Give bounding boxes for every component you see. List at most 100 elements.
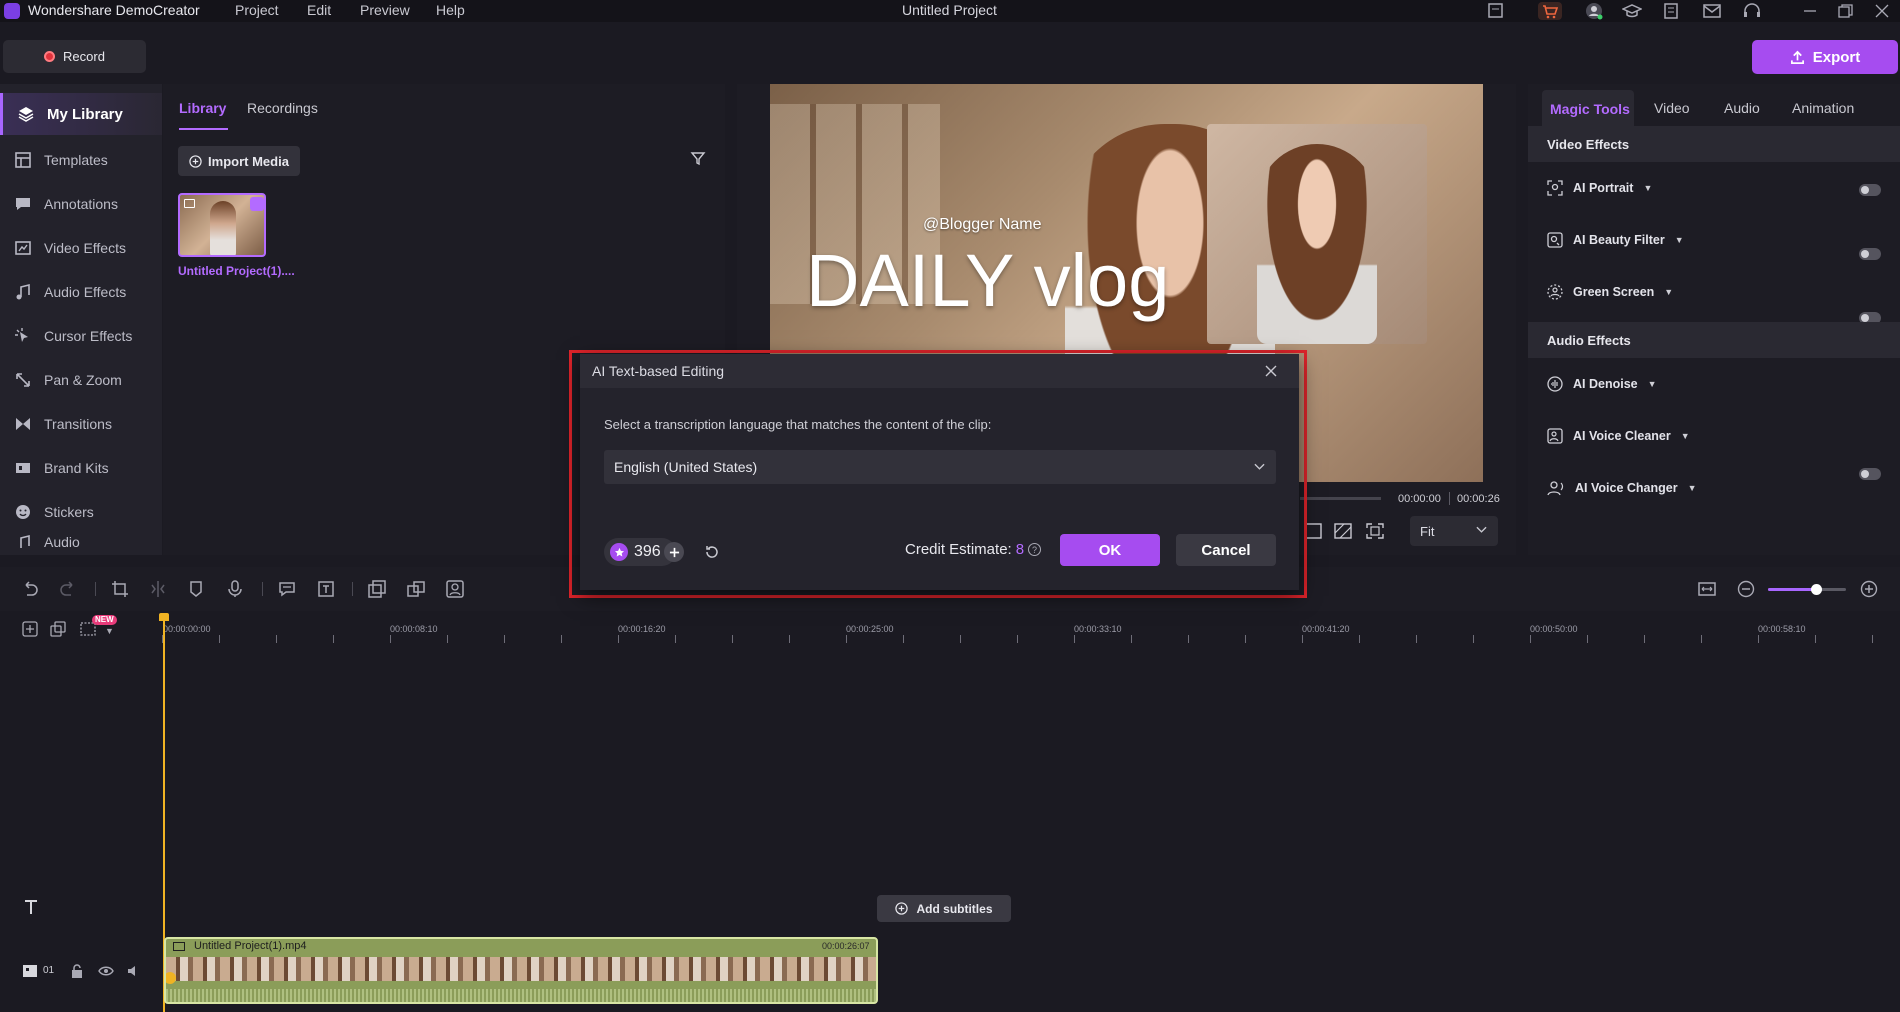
audio-icon <box>14 534 32 552</box>
restore-icon[interactable] <box>1835 2 1855 20</box>
tab-video[interactable]: Video <box>1654 100 1690 116</box>
ai-beauty-filter-row[interactable]: AI Beauty Filter ▼ <box>1547 232 1684 248</box>
learn-icon[interactable] <box>1622 2 1642 20</box>
undo-icon[interactable] <box>21 580 39 598</box>
ai-voice-cleaner-toggle[interactable] <box>1859 468 1881 480</box>
fullscreen-icon[interactable] <box>1366 523 1384 539</box>
fit-timeline-icon[interactable] <box>1698 580 1716 598</box>
zoom-in-icon[interactable] <box>1860 580 1878 598</box>
chevron-down-icon[interactable]: ▼ <box>105 626 114 636</box>
add-circle-icon <box>895 902 909 915</box>
help-icon[interactable]: ? <box>1028 543 1042 556</box>
tab-library[interactable]: Library <box>179 100 226 116</box>
eye-icon[interactable] <box>98 963 114 979</box>
add-subtitles-button[interactable]: Add subtitles <box>877 895 1011 922</box>
ai-portrait-toggle[interactable] <box>1859 184 1881 196</box>
support-icon[interactable] <box>1742 2 1762 20</box>
tab-audio[interactable]: Audio <box>1724 100 1760 116</box>
microphone-icon[interactable] <box>226 580 244 598</box>
speaker-icon[interactable] <box>126 963 142 979</box>
ok-button[interactable]: OK <box>1060 534 1160 566</box>
refresh-icon[interactable] <box>704 544 720 560</box>
ai-voice-cleaner-row[interactable]: AI Voice Cleaner ▼ <box>1547 428 1690 444</box>
export-button[interactable]: Export <box>1752 40 1898 74</box>
dialog-header: AI Text-based Editing <box>580 354 1299 388</box>
pan-zoom-icon <box>14 371 32 389</box>
tab-recordings[interactable]: Recordings <box>247 100 318 116</box>
sidebar-item-audio[interactable]: Audio <box>0 534 162 555</box>
menu-help[interactable]: Help <box>436 2 465 18</box>
brand-kits-icon <box>14 459 32 477</box>
sidebar-item-transitions[interactable]: Transitions <box>0 402 162 446</box>
menu-preview[interactable]: Preview <box>360 2 410 18</box>
ai-beauty-filter-label: AI Beauty Filter <box>1573 233 1665 247</box>
split-icon[interactable] <box>149 580 167 598</box>
caret-down-icon: ▼ <box>1680 431 1690 441</box>
zoom-out-icon[interactable] <box>1737 580 1755 598</box>
marker-icon[interactable] <box>187 580 205 598</box>
import-media-button[interactable]: Import Media <box>178 146 300 176</box>
ai-portrait-row[interactable]: AI Portrait ▼ <box>1547 180 1652 196</box>
tab-animation[interactable]: Animation <box>1792 100 1854 116</box>
add-credits-icon[interactable] <box>664 542 684 562</box>
video-clip[interactable]: Untitled Project(1).mp4 00:00:26:07 <box>164 937 878 1004</box>
audio-effects-icon <box>14 283 32 301</box>
sidebar-item-templates[interactable]: Templates <box>0 138 162 182</box>
sidebar-item-my-library[interactable]: My Library <box>0 93 162 135</box>
chevron-down-icon <box>1476 526 1487 534</box>
lock-icon[interactable] <box>69 963 85 979</box>
sidebar-item-stickers[interactable]: Stickers <box>0 490 162 534</box>
cancel-button[interactable]: Cancel <box>1176 534 1276 566</box>
sidebar-item-pan-zoom[interactable]: Pan & Zoom <box>0 358 162 402</box>
smart-cutout-icon[interactable] <box>446 580 464 598</box>
playhead-handle[interactable] <box>159 613 169 621</box>
timeline-ruler[interactable]: 00:00:00:00 00:00:08:10 00:00:16:20 00:0… <box>162 617 1900 643</box>
cart-icon[interactable] <box>1538 2 1562 20</box>
zoom-slider-track[interactable] <box>1768 584 1846 595</box>
caption-icon[interactable] <box>278 580 296 598</box>
record-button[interactable]: Record <box>3 40 146 73</box>
crop-icon[interactable] <box>111 580 129 598</box>
sidebar-item-video-effects[interactable]: Video Effects <box>0 226 162 270</box>
zoom-select[interactable]: Fit <box>1410 516 1498 546</box>
close-icon[interactable] <box>1264 364 1278 378</box>
ai-portrait-label: AI Portrait <box>1573 181 1634 195</box>
group-icon[interactable] <box>407 580 425 598</box>
ruler-ticks <box>162 635 1900 643</box>
green-screen-row[interactable]: Green Screen ▼ <box>1547 284 1673 300</box>
zoom-slider-handle[interactable] <box>1811 584 1822 595</box>
tasks-icon[interactable] <box>1662 2 1682 20</box>
sidebar-item-brand-kits[interactable]: Brand Kits <box>0 446 162 490</box>
menu-project[interactable]: Project <box>235 2 279 18</box>
redo-icon[interactable] <box>59 580 77 598</box>
sidebar-item-annotations[interactable]: Annotations <box>0 182 162 226</box>
close-window-icon[interactable] <box>1872 2 1892 20</box>
sidebar-item-audio-effects[interactable]: Audio Effects <box>0 270 162 314</box>
mail-icon[interactable] <box>1702 2 1722 20</box>
add-track-icon[interactable] <box>22 621 38 637</box>
ai-voice-changer-row[interactable]: AI Voice Changer ▼ <box>1547 480 1697 496</box>
sidebar-item-cursor-effects[interactable]: Cursor Effects <box>0 314 162 358</box>
ruler-label: 00:00:25:00 <box>846 624 894 634</box>
account-icon[interactable] <box>1584 2 1604 20</box>
ai-tool-icon[interactable] <box>368 580 386 598</box>
menu-edit[interactable]: Edit <box>307 2 331 18</box>
ai-denoise-row[interactable]: AI Denoise ▼ <box>1547 376 1657 392</box>
ai-beauty-filter-toggle[interactable] <box>1859 248 1881 260</box>
tab-magic-tools[interactable]: Magic Tools <box>1550 101 1630 117</box>
dialog-prompt: Select a transcription language that mat… <box>604 417 992 432</box>
media-thumbnail[interactable] <box>178 193 266 257</box>
language-select[interactable]: English (United States) <box>604 450 1276 484</box>
export-label: Export <box>1812 48 1861 66</box>
filter-icon[interactable] <box>690 150 706 166</box>
minimize-icon[interactable] <box>1800 2 1820 20</box>
text-box-icon[interactable] <box>317 580 335 598</box>
ai-voice-cleaner-icon <box>1547 428 1563 444</box>
text-track-icon[interactable] <box>22 898 40 916</box>
feedback-icon[interactable] <box>1486 2 1506 20</box>
copy-track-icon[interactable] <box>50 621 66 637</box>
progress-track[interactable] <box>1300 497 1381 500</box>
clip-marker[interactable] <box>166 972 176 984</box>
crop-grid-icon[interactable] <box>1334 523 1352 539</box>
green-screen-icon <box>1547 284 1563 300</box>
